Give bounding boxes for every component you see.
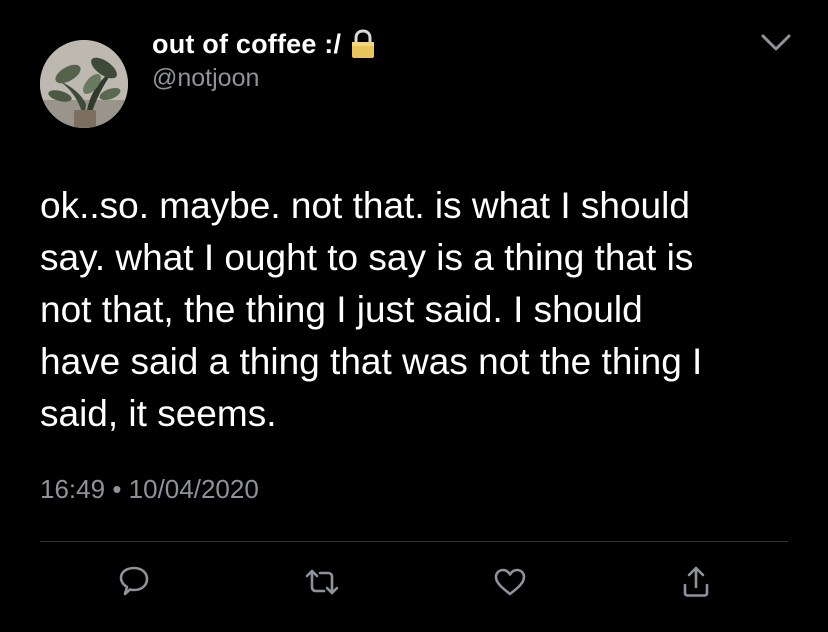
display-name-row: out of coffee :/ [152,28,377,60]
retweet-icon [304,567,340,597]
tweet-text-line: said, it seems. [40,393,277,434]
avatar[interactable] [40,40,128,128]
tweet-text-line: not that, the thing I just said. I shoul… [40,289,643,330]
tweet-time: 16:49 [40,474,106,504]
tweet-date: 10/04/2020 [128,474,259,504]
like-button[interactable] [490,562,530,602]
lock-icon [349,28,377,60]
heart-icon [493,567,527,597]
reply-icon [117,565,151,599]
tweet-text-line: have said a thing that was not the thing… [40,341,703,382]
tweet-text-line: say. what I ought to say is a thing that… [40,237,694,278]
tweet-text-line: ok..so. maybe. not that. is what I shoul… [40,185,690,226]
tweet-timestamp[interactable]: 16:49 • 10/04/2020 [40,474,259,505]
share-icon [681,565,711,599]
action-bar [0,562,828,606]
tweet-text: ok..so. maybe. not that. is what I shoul… [40,180,800,440]
reply-button[interactable] [114,562,154,602]
chevron-down-icon[interactable] [760,32,792,54]
tweet-card: out of coffee :/ @notjoon ok..so. maybe.… [0,0,828,632]
share-button[interactable] [676,562,716,602]
retweet-button[interactable] [302,562,342,602]
timestamp-separator: • [112,474,122,504]
user-handle[interactable]: @notjoon [152,64,259,93]
divider [40,541,788,542]
avatar-plant-image [40,40,128,128]
display-name[interactable]: out of coffee :/ [152,29,341,60]
